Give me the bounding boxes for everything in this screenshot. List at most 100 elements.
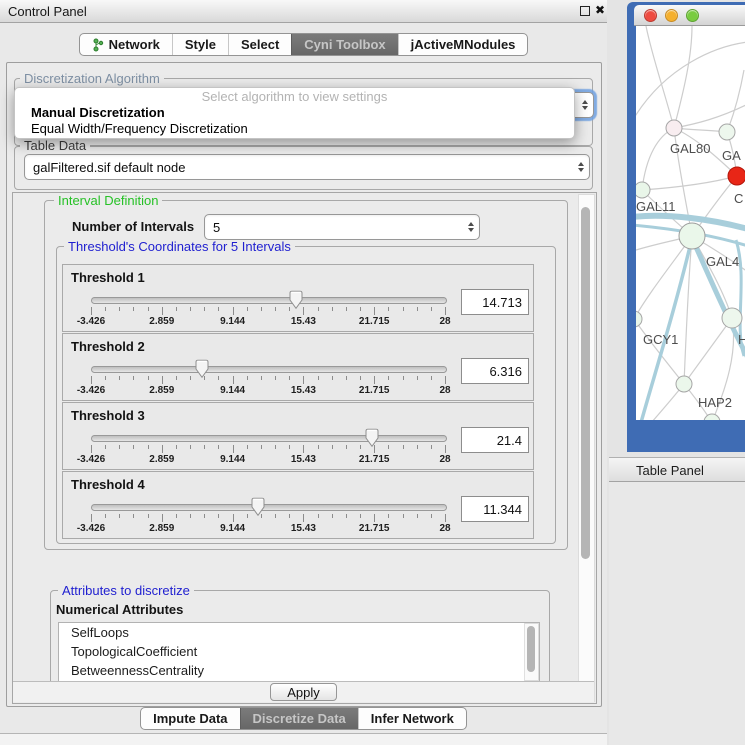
tab-cyni-toolbox[interactable]: Cyni Toolbox bbox=[291, 34, 397, 55]
network-edge[interactable] bbox=[642, 176, 737, 190]
screen: Control Panel ✖ Network Style Select Cyni T… bbox=[0, 0, 745, 745]
interval-definition-group-title: Interval Definition bbox=[54, 194, 162, 207]
combo-stepper-icon[interactable] bbox=[578, 162, 589, 172]
algorithm-dropdown-popup: Select algorithm to view settings Manual… bbox=[14, 87, 575, 139]
network-view-window[interactable]: GAL80GACGAL11GAL4GCY1HHAP2 bbox=[627, 2, 745, 452]
network-node[interactable] bbox=[704, 414, 720, 420]
control-panel-title: Control Panel bbox=[8, 4, 87, 19]
threshold-value-field[interactable]: 11.344 bbox=[461, 496, 529, 522]
threshold-label: Threshold 1 bbox=[71, 270, 145, 285]
attributes-group-title: Attributes to discretize bbox=[58, 584, 194, 597]
threshold-row-1: Threshold 1 -3.4262.8599.14415.4321.71528… bbox=[62, 264, 534, 332]
network-canvas[interactable]: GAL80GACGAL11GAL4GCY1HHAP2 bbox=[636, 26, 745, 420]
network-edge[interactable] bbox=[674, 26, 692, 128]
bottom-tab-impute-data[interactable]: Impute Data bbox=[141, 708, 239, 729]
network-node-gal11[interactable] bbox=[636, 182, 650, 198]
network-edge[interactable] bbox=[727, 70, 744, 132]
network-node-c[interactable] bbox=[728, 167, 745, 185]
bottom-tab-infer-network[interactable]: Infer Network bbox=[358, 708, 466, 729]
zoom-traffic-light-icon[interactable] bbox=[686, 9, 699, 22]
bottom-tab-bar: Impute Data Discretize Data Infer Network bbox=[0, 707, 607, 730]
tab-jactivemnodules[interactable]: jActiveMNodules bbox=[398, 34, 528, 55]
network-node-label: GAL4 bbox=[706, 254, 739, 269]
threshold-value-field[interactable]: 6.316 bbox=[461, 358, 529, 384]
threshold-label: Threshold 4 bbox=[71, 477, 145, 492]
threshold-value-field[interactable]: 14.713 bbox=[461, 289, 529, 315]
tab-style[interactable]: Style bbox=[172, 34, 228, 55]
table-panel-title: Table Panel bbox=[636, 463, 704, 478]
discretization-algorithm-group-title: Discretization Algorithm bbox=[20, 72, 164, 85]
network-node-h[interactable] bbox=[722, 308, 742, 328]
network-graph: GAL80GACGAL11GAL4GCY1HHAP2 bbox=[636, 26, 745, 420]
network-node-gal4[interactable] bbox=[679, 223, 705, 249]
network-window-titlebar[interactable] bbox=[634, 5, 745, 26]
network-edge[interactable] bbox=[684, 318, 732, 384]
control-panel: Control Panel ✖ Network Style Select Cyni T… bbox=[0, 0, 608, 745]
table-data-combobox[interactable]: galFiltered.sif default node bbox=[24, 154, 590, 180]
slider-tick-labels: -3.4262.8599.14415.4321.71528 bbox=[91, 316, 445, 328]
numerical-attributes-list[interactable]: SelfLoopsTopologicalCoefficientBetweenne… bbox=[58, 622, 540, 682]
tab-label: Style bbox=[185, 37, 216, 52]
threshold-slider-track[interactable] bbox=[91, 366, 447, 373]
slider-ticks bbox=[91, 376, 445, 385]
network-node-label: GAL11 bbox=[636, 199, 676, 214]
algorithm-option-equal-width-frequency-discretization[interactable]: Equal Width/Frequency Discretization bbox=[15, 121, 574, 137]
threshold-row-3: Threshold 3-3.4262.8599.14415.4321.71528… bbox=[62, 402, 534, 470]
threshold-label: Threshold 2 bbox=[71, 339, 145, 354]
apply-button[interactable]: Apply bbox=[270, 683, 337, 701]
combo-stepper-icon[interactable] bbox=[582, 100, 593, 110]
bottom-tab-discretize-data[interactable]: Discretize Data bbox=[240, 708, 358, 729]
number-of-intervals-value: 5 bbox=[213, 220, 220, 235]
network-node-gcy1[interactable] bbox=[636, 311, 642, 327]
panel-bottom-strip bbox=[0, 734, 607, 745]
slider-tick-labels: -3.4262.8599.14415.4321.71528 bbox=[91, 523, 445, 535]
network-node-label: C bbox=[734, 191, 743, 206]
threshold-row-4: Threshold 4 -3.4262.8599.14415.4321.71528… bbox=[62, 471, 534, 539]
slider-ticks bbox=[91, 445, 445, 454]
tab-label: Network bbox=[109, 37, 160, 52]
scrollbar-thumb[interactable] bbox=[527, 626, 535, 672]
tab-select[interactable]: Select bbox=[228, 34, 291, 55]
threshold-label: Threshold 3 bbox=[71, 408, 145, 423]
control-panel-titlebar: Control Panel ✖ bbox=[0, 0, 607, 23]
attribute-item-selfloops[interactable]: SelfLoops bbox=[59, 623, 539, 642]
number-of-intervals-label: Number of Intervals bbox=[72, 219, 194, 234]
network-node-label: HAP2 bbox=[698, 395, 732, 410]
network-edge[interactable] bbox=[674, 104, 745, 128]
table-panel-titlebar: Table Panel bbox=[609, 457, 745, 482]
attribute-item-topologicalcoefficient[interactable]: TopologicalCoefficient bbox=[59, 642, 539, 661]
tab-label: Infer Network bbox=[371, 711, 454, 726]
float-window-icon[interactable] bbox=[580, 6, 590, 16]
network-node-label: GCY1 bbox=[643, 332, 678, 347]
attributes-list-scrollbar[interactable] bbox=[524, 623, 539, 681]
scrollbar-thumb[interactable] bbox=[581, 207, 590, 559]
network-node-gal80[interactable] bbox=[666, 120, 682, 136]
number-of-intervals-combobox[interactable]: 5 bbox=[204, 214, 480, 240]
settings-vertical-scrollbar[interactable] bbox=[578, 194, 595, 702]
attribute-item-betweennesscentrality[interactable]: BetweennessCentrality bbox=[59, 661, 539, 680]
network-edge[interactable] bbox=[642, 128, 674, 190]
tab-label: Select bbox=[241, 37, 279, 52]
table-data-combobox-value: galFiltered.sif default node bbox=[33, 160, 185, 175]
network-node-hap2[interactable] bbox=[676, 376, 692, 392]
network-node-ga[interactable] bbox=[719, 124, 735, 140]
tab-label: Cyni Toolbox bbox=[304, 37, 385, 52]
minimize-traffic-light-icon[interactable] bbox=[665, 9, 678, 22]
tab-network[interactable]: Network bbox=[80, 34, 172, 55]
close-icon[interactable]: ✖ bbox=[595, 3, 605, 17]
network-thick-edge[interactable] bbox=[640, 238, 692, 420]
close-traffic-light-icon[interactable] bbox=[644, 9, 657, 22]
combo-stepper-icon[interactable] bbox=[468, 222, 479, 232]
threshold-slider-track[interactable] bbox=[91, 504, 447, 511]
threshold-slider-track[interactable] bbox=[91, 297, 447, 304]
apply-strip: Apply bbox=[13, 681, 594, 702]
slider-tick-labels: -3.4262.8599.14415.4321.71528 bbox=[91, 385, 445, 397]
threshold-value-field[interactable]: 21.4 bbox=[461, 427, 529, 453]
network-node-label: GAL80 bbox=[670, 141, 710, 156]
table-panel: ⚙ ☑☑ shared... na YDL19...YDL1YDR27...YD… bbox=[609, 482, 745, 745]
network-icon bbox=[92, 38, 104, 52]
threshold-slider-track[interactable] bbox=[91, 435, 447, 442]
algorithm-option-manual-discretization[interactable]: Manual Discretization bbox=[15, 105, 574, 121]
numerical-attributes-label: Numerical Attributes bbox=[56, 602, 183, 617]
tab-label: Discretize Data bbox=[253, 711, 346, 726]
